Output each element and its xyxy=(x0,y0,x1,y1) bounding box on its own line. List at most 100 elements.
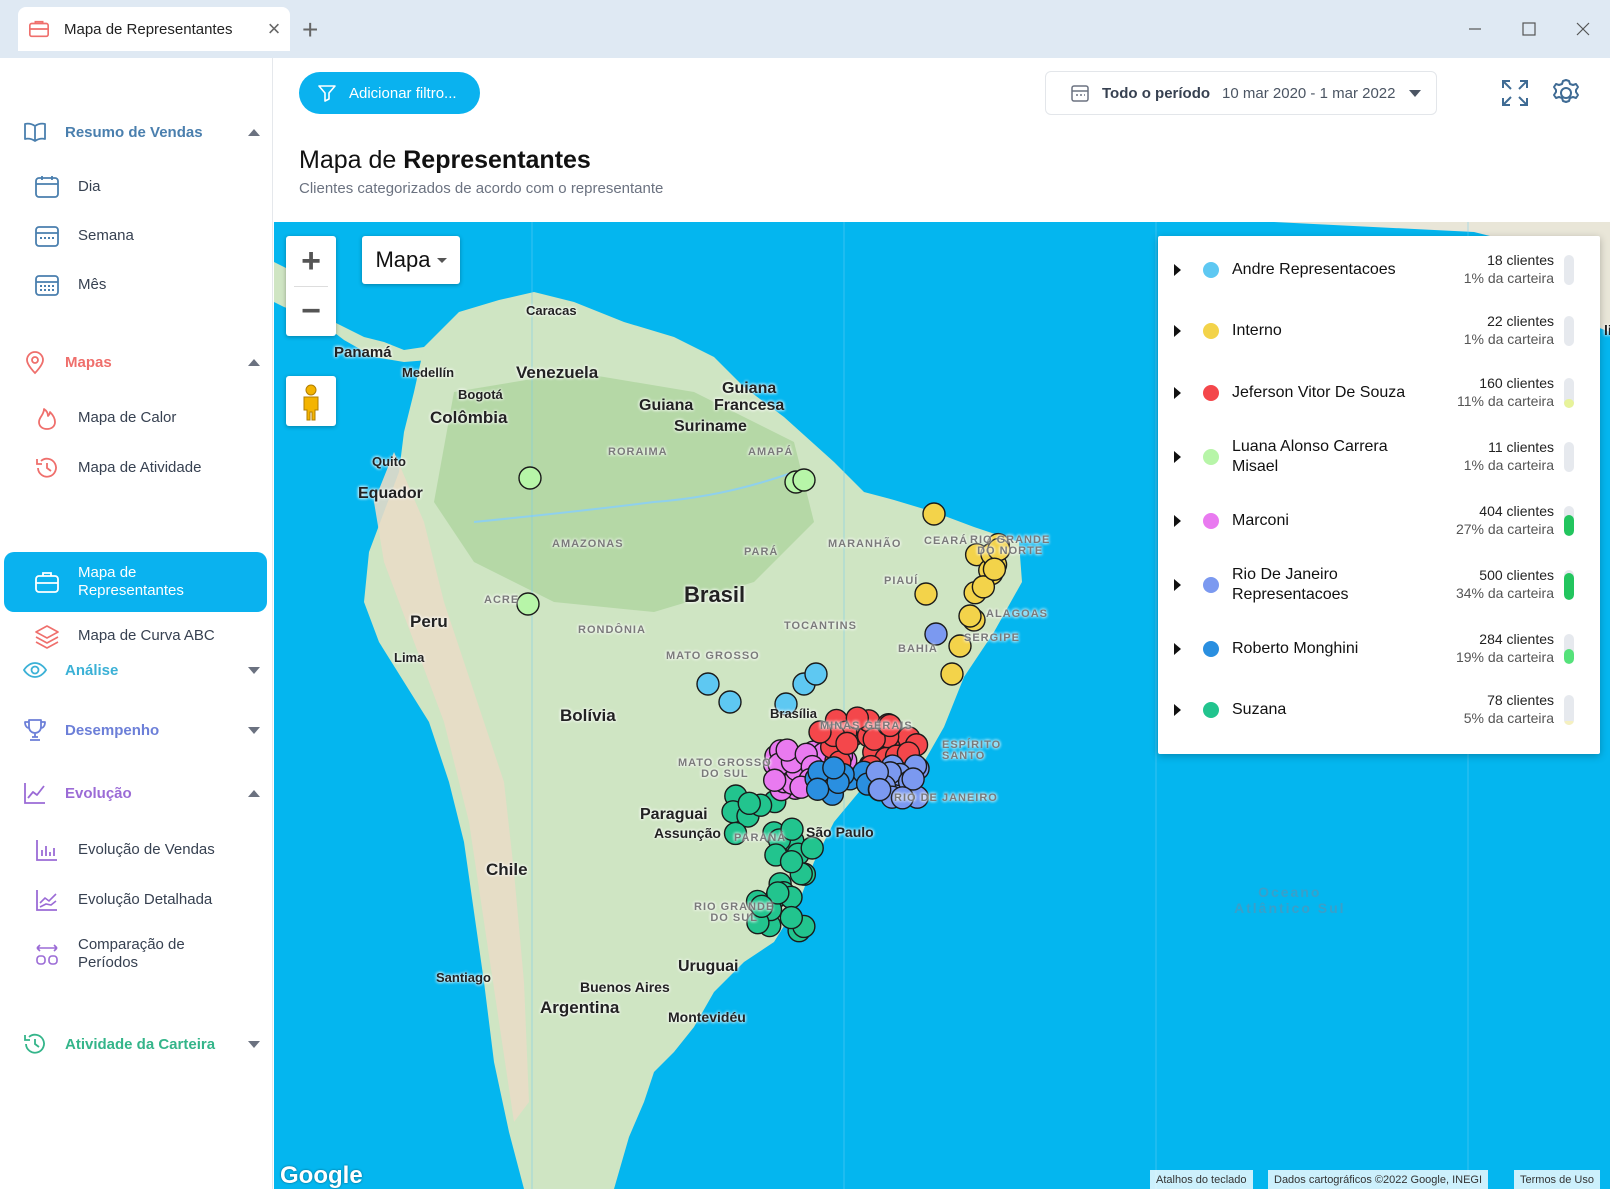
google-logo: Google xyxy=(280,1162,363,1189)
client-marker[interactable] xyxy=(518,466,542,490)
sidebar-item-mes[interactable]: Mês xyxy=(0,265,273,305)
client-marker[interactable] xyxy=(779,849,804,874)
sidebar-item-label: Semana xyxy=(78,227,134,244)
expand-arrow-icon[interactable] xyxy=(1174,325,1181,337)
sidebar-item-evolucao-de-vendas[interactable]: Evolução de Vendas xyxy=(0,830,273,870)
sidebar-item-mapa-de-atividade[interactable]: Mapa de Atividade xyxy=(0,448,273,488)
zoom-out-button[interactable]: − xyxy=(286,286,336,336)
client-marker[interactable] xyxy=(805,777,830,801)
client-marker[interactable] xyxy=(775,738,799,762)
zoom-control: + − xyxy=(286,236,336,336)
client-marker[interactable] xyxy=(868,777,892,802)
filter-icon xyxy=(318,85,336,102)
period-selector[interactable]: Todo o período 10 mar 2020 - 1 mar 2022 xyxy=(1045,71,1437,115)
map-type-select[interactable]: Mapa xyxy=(362,236,460,284)
add-filter-label: Adicionar filtro... xyxy=(349,84,457,102)
expand-arrow-icon[interactable] xyxy=(1174,387,1181,399)
sidebar-item-evolucao-detalhada[interactable]: Evolução Detalhada xyxy=(0,880,273,920)
representative-name: Interno xyxy=(1232,322,1282,339)
client-marker[interactable] xyxy=(982,557,1007,581)
zoom-in-button[interactable]: + xyxy=(286,236,336,286)
client-marker[interactable] xyxy=(779,905,804,930)
map-label-brasilia: Brasília xyxy=(770,706,817,721)
calendar-icon xyxy=(1071,85,1089,102)
nav-group-analise[interactable]: Análise xyxy=(0,650,273,690)
client-marker[interactable] xyxy=(800,836,824,860)
new-tab-button[interactable]: + xyxy=(302,16,318,44)
gear-icon[interactable] xyxy=(1549,76,1583,110)
keyboard-shortcuts-link[interactable]: Atalhos do teclado xyxy=(1150,1170,1253,1189)
close-window-icon[interactable] xyxy=(1568,14,1598,44)
sidebar-item-dia[interactable]: Dia xyxy=(0,167,273,207)
sidebar-item-mapa-de-calor[interactable]: Mapa de Calor xyxy=(0,398,273,438)
legend-row[interactable]: Marconi 404 clientes 27% da carteira xyxy=(1158,490,1600,552)
map-label-rondonia: RONDÔNIA xyxy=(578,624,646,636)
tab-title: Mapa de Representantes xyxy=(64,20,233,38)
fullscreen-icon[interactable] xyxy=(1498,76,1532,110)
portfolio-share: 1% da carteira xyxy=(1463,331,1554,347)
nav-group-evolucao[interactable]: Evolução xyxy=(0,773,273,813)
map-label-guiana-francesa: Guiana Francesa xyxy=(714,380,785,414)
client-marker[interactable] xyxy=(737,791,761,816)
map-label-suriname: Suriname xyxy=(674,418,747,435)
street-view-pegman[interactable] xyxy=(286,376,336,426)
nav-group-mapas[interactable]: Mapas xyxy=(0,342,273,382)
trophy-icon xyxy=(24,719,46,741)
map-label-uruguai: Uruguai xyxy=(678,958,739,975)
maximize-icon[interactable] xyxy=(1514,14,1544,44)
map-label-argentina: Argentina xyxy=(540,998,620,1017)
map-pin-icon xyxy=(26,351,44,375)
client-marker[interactable] xyxy=(835,731,859,756)
client-marker[interactable] xyxy=(718,690,742,714)
add-filter-button[interactable]: Adicionar filtro... xyxy=(299,72,480,114)
map-label-li: li xyxy=(1604,322,1610,338)
portfolio-share: 34% da carteira xyxy=(1455,585,1554,601)
nav-group-resumo-de-vendas[interactable]: Resumo de Vendas xyxy=(0,112,273,152)
client-marker[interactable] xyxy=(696,672,720,696)
minimize-icon[interactable] xyxy=(1460,14,1490,44)
legend-row[interactable]: Jeferson Vitor De Souza 160 clientes 11%… xyxy=(1158,362,1600,424)
representative-name: Andre Representacoes xyxy=(1232,261,1396,278)
nav-group-atividade-da-carteira[interactable]: Atividade da Carteira xyxy=(0,1024,273,1064)
expand-arrow-icon[interactable] xyxy=(1174,643,1181,655)
terms-of-use-link[interactable]: Termos de Uso xyxy=(1514,1170,1600,1189)
history-icon xyxy=(24,1033,45,1054)
client-marker[interactable] xyxy=(924,622,948,646)
client-marker[interactable] xyxy=(958,604,982,628)
page-title: Mapa de Representantes xyxy=(299,146,591,175)
share-bar xyxy=(1564,378,1574,408)
client-marker[interactable] xyxy=(516,592,540,616)
representative-name: Jeferson Vitor De Souza xyxy=(1232,384,1406,401)
nav-group-desempenho[interactable]: Desempenho xyxy=(0,710,273,750)
calendar-month-icon xyxy=(35,275,59,296)
sidebar-item-label: Mapa de Curva ABC xyxy=(78,627,215,644)
client-marker[interactable] xyxy=(792,468,816,492)
color-dot xyxy=(1203,385,1219,401)
client-marker[interactable] xyxy=(940,662,964,686)
client-marker[interactable] xyxy=(922,502,946,526)
close-tab-icon[interactable]: × xyxy=(258,13,290,45)
legend-row[interactable]: Luana Alonso Carrera Misael 11 clientes … xyxy=(1158,426,1600,488)
expand-arrow-icon[interactable] xyxy=(1174,264,1181,276)
expand-arrow-icon[interactable] xyxy=(1174,704,1181,716)
sidebar: Resumo de Vendas Dia Semana Mês Mapas Ma… xyxy=(0,58,273,1189)
client-marker[interactable] xyxy=(804,662,828,686)
legend-row[interactable]: Rio De Janeiro Representacoes 500 client… xyxy=(1158,554,1600,616)
expand-arrow-icon[interactable] xyxy=(1174,451,1181,463)
map-label-sergipe: SERGIPE xyxy=(964,632,1020,644)
expand-arrow-icon[interactable] xyxy=(1174,579,1181,591)
color-dot xyxy=(1203,262,1219,278)
expand-arrow-icon[interactable] xyxy=(1174,515,1181,527)
legend-row[interactable]: Interno 22 clientes 1% da carteira xyxy=(1158,300,1600,362)
legend-row[interactable]: Andre Representacoes 18 clientes 1% da c… xyxy=(1158,239,1600,301)
portfolio-share: 27% da carteira xyxy=(1455,521,1554,537)
legend-row[interactable]: Roberto Monghini 284 clientes 19% da car… xyxy=(1158,618,1600,680)
share-bar-fill xyxy=(1564,283,1574,285)
sidebar-item-semana[interactable]: Semana xyxy=(0,216,273,256)
client-marker[interactable] xyxy=(822,756,846,780)
legend-row[interactable]: Suzana 78 clientes 5% da carteira xyxy=(1158,679,1600,741)
client-count: 404 clientes xyxy=(1479,503,1554,519)
sidebar-item-mapa-de-representantes[interactable]: Mapa de Representantes xyxy=(4,552,267,612)
browser-tab[interactable]: Mapa de Representantes × xyxy=(18,7,290,51)
sidebar-item-comparacao-de-periodos[interactable]: Comparação de Períodos xyxy=(0,934,273,974)
